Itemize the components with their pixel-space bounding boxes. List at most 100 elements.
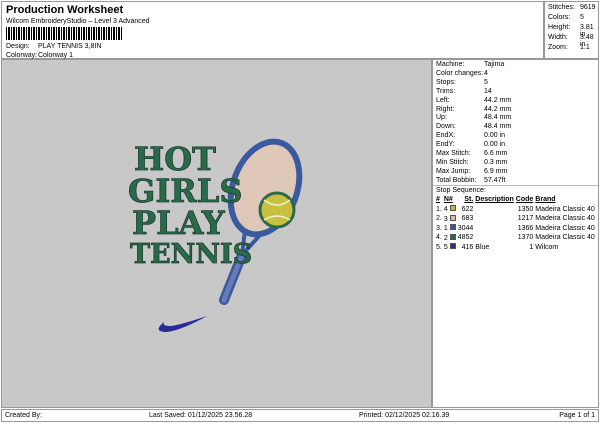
stats-box: Stitches: 9619 Colors: 5 Height: 3.81 in Width… <box>544 1 599 59</box>
machine-label: Min Stitch: <box>436 158 469 166</box>
stitch-count: 3044 <box>457 224 474 232</box>
thread-brand: Madeira Classic 40 <box>535 205 595 213</box>
machine-value: 0.00 in <box>484 132 506 140</box>
machine-label: Total Bobbin: <box>436 176 477 184</box>
thread-code: 1217 <box>517 215 534 223</box>
table-row: 5. 5 416 Blue 1 Wilcom <box>436 243 597 253</box>
printed-date: Printed: 02/12/2025 02.16.39 <box>359 412 450 419</box>
stat-label: Zoom: <box>548 44 568 51</box>
design-text: HOT GIRLS PLAY TENNIS <box>128 140 253 271</box>
stat-value: 1:1 <box>580 44 590 51</box>
machine-label: Up: <box>436 114 447 122</box>
machine-label: Max Jump: <box>436 167 471 175</box>
machine-row: EndX: 0.00 in <box>436 132 505 141</box>
design-text-line: PLAY <box>132 204 226 242</box>
swoosh-logo-icon <box>158 316 207 332</box>
stitch-count: 416 <box>461 243 474 251</box>
thread-brand: Madeira Classic 40 <box>535 215 595 223</box>
stitch-count: 622 <box>461 205 474 213</box>
thread-code: 1 <box>529 243 534 251</box>
software-name: Wilcom EmbroideryStudio – Level 3 Advanc… <box>6 18 150 25</box>
needle-number: 1 <box>443 225 448 233</box>
machine-row: Color changes: 4 <box>436 69 488 79</box>
needle-number: 5 <box>443 244 448 252</box>
machine-info-panel: Machine: Tajima Color changes: 4 Stops: 5 Trim… <box>432 59 599 408</box>
stop-sequence: Stop Sequence: # N# St. Description Code Bran… <box>433 185 598 252</box>
machine-label: EndY: <box>436 141 455 149</box>
table-row: 1. 4 622 1350 Madeira Classic 40 <box>436 205 597 215</box>
machine-value: 48.4 mm <box>484 114 512 122</box>
machine-row: Up: 48.4 mm <box>436 114 511 123</box>
machine-row: Trims: 14 <box>436 87 492 97</box>
machine-row: Machine: Tajima <box>436 61 504 70</box>
stitch-count: 4852 <box>457 234 474 242</box>
needle-number: 4 <box>443 206 448 214</box>
stat-row: Zoom: 1:1 <box>548 44 590 51</box>
machine-value: 48.4 mm <box>484 123 512 131</box>
needle-number: 2 <box>443 234 448 242</box>
machine-value: 57.47ft <box>484 176 506 184</box>
description: Blue <box>475 243 490 251</box>
thread-brand: Madeira Classic 40 <box>535 224 595 232</box>
row-index: 3. <box>436 224 442 232</box>
design-label: Design: <box>6 43 30 50</box>
machine-value: 5 <box>484 78 488 86</box>
machine-label: EndX: <box>436 132 456 140</box>
stat-label: Stitches: <box>548 4 575 11</box>
thread-code: 1366 <box>517 224 534 232</box>
stop-sequence-table: # N# St. Description Code Brand 1. 4 622 1350 Ma… <box>436 195 597 252</box>
row-index: 5. <box>436 243 442 251</box>
stat-row: Colors: 5 <box>548 14 584 21</box>
machine-value: 44.2 mm <box>484 96 512 104</box>
machine-row: Max Jump: 6.9 mm <box>436 167 507 177</box>
created-by: Created By: <box>5 412 42 419</box>
column-header: St. <box>464 196 474 204</box>
stat-row: Width: 3.48 in <box>548 34 594 48</box>
machine-row: Stops: 5 <box>436 79 488 88</box>
page-title: Production Worksheet <box>6 4 124 16</box>
thread-brand: Madeira Classic 40 <box>535 234 595 242</box>
description <box>475 205 516 215</box>
machine-value: 6.6 mm <box>484 150 508 157</box>
machine-row: Down: 48.4 mm <box>436 123 511 132</box>
stat-row: Height: 3.81 in <box>548 24 594 38</box>
machine-value: 0.3 mm <box>484 158 508 166</box>
stat-row: Stitches: 9619 <box>548 4 596 11</box>
footer: Created By: Last Saved: 01/12/2025 23.56… <box>1 409 599 422</box>
design-text-line: TENNIS <box>130 239 252 270</box>
color-swatch <box>449 233 456 240</box>
machine-label: Trims: <box>436 87 456 95</box>
machine-row: Right: 44.2 mm <box>436 106 511 115</box>
stop-sequence-title: Stop Sequence: <box>436 187 486 194</box>
stat-value: 9619 <box>580 4 596 11</box>
column-header: Code <box>515 196 534 204</box>
needle-number: 3 <box>443 215 448 223</box>
color-swatch <box>449 243 456 250</box>
color-swatch <box>449 224 456 231</box>
stat-label: Height: <box>548 24 571 31</box>
machine-value: Tajima <box>484 61 505 68</box>
design-value: PLAY TENNIS 3,8IN <box>38 43 102 50</box>
description <box>475 214 516 224</box>
stat-value: 5 <box>580 14 584 21</box>
description <box>475 224 516 234</box>
barcode <box>6 27 123 40</box>
machine-label: Max Stitch: <box>436 150 471 157</box>
stat-label: Colors: <box>548 14 571 21</box>
colorway-label: Colorway: <box>6 52 38 59</box>
design-artwork: HOT GIRLS PLAY TENNIS <box>128 138 303 332</box>
machine-label: Left: <box>436 96 450 104</box>
machine-row: Max Stitch: 6.6 mm <box>436 150 507 159</box>
column-header: # <box>436 196 440 204</box>
machine-label: Color changes: <box>436 69 484 77</box>
thread-code: 1370 <box>517 234 534 242</box>
table-row: 2. 3 683 1217 Madeira Classic 40 <box>436 214 597 224</box>
worksheet-header: Production Worksheet Wilcom EmbroiderySt… <box>1 1 544 59</box>
machine-value: 14 <box>484 87 492 95</box>
color-swatch <box>449 205 456 212</box>
machine-row: Left: 44.2 mm <box>436 96 511 106</box>
row-index: 2. <box>436 215 442 223</box>
column-header: N# <box>443 196 453 204</box>
thread-code: 1350 <box>517 205 534 213</box>
table-row: 4. 2 4852 1370 Madeira Classic 40 <box>436 233 597 243</box>
